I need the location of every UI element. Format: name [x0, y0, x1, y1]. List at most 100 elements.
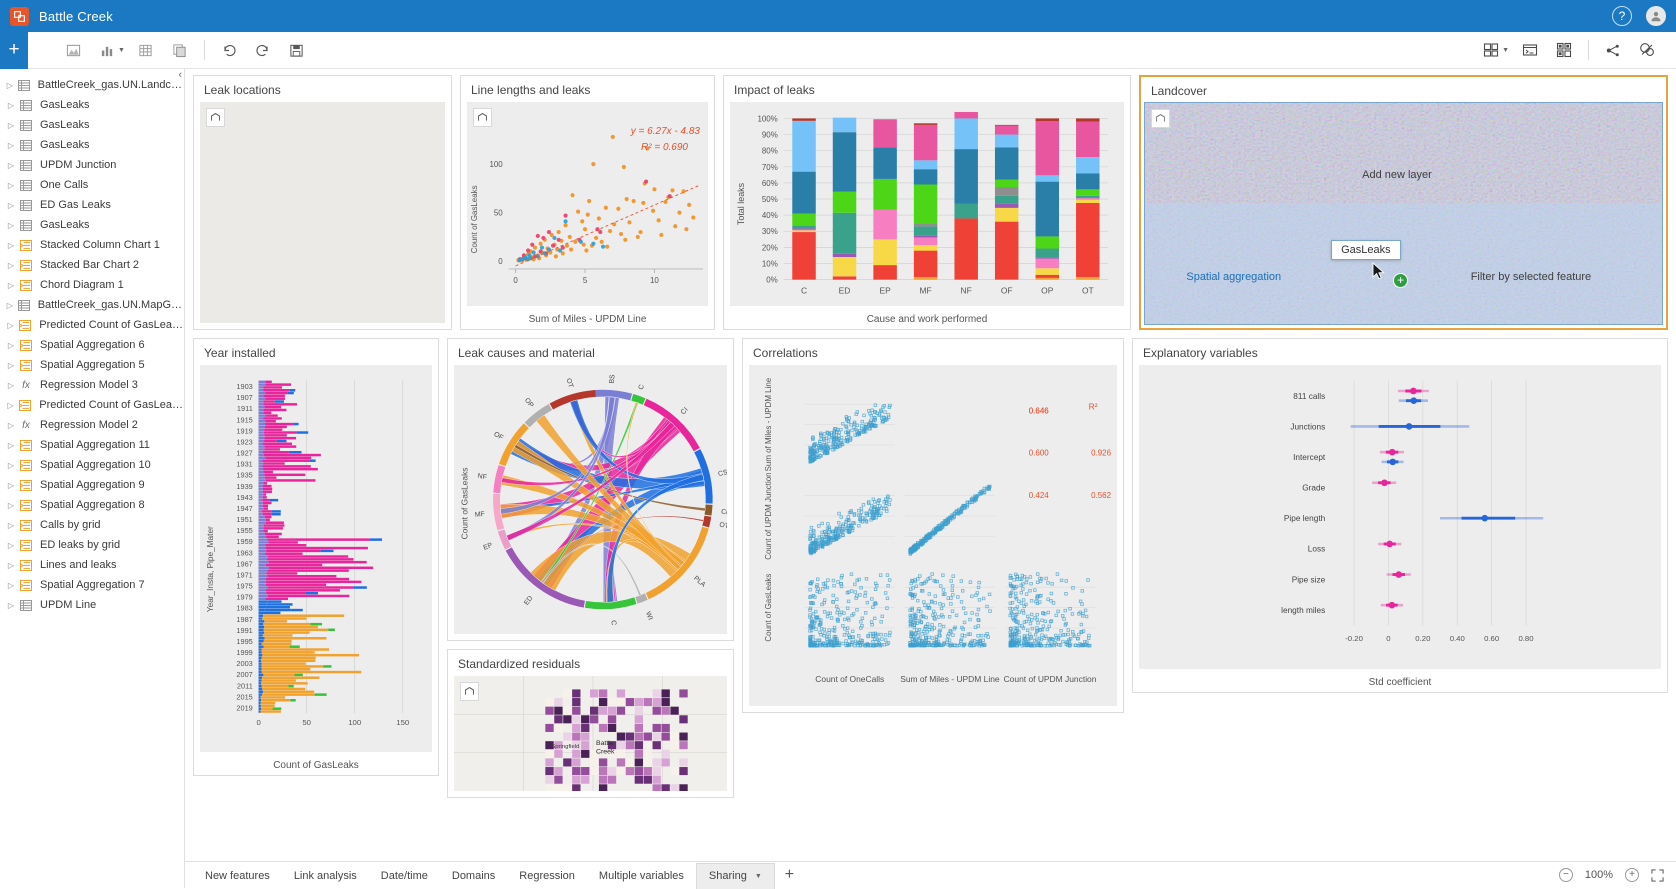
zoom-in-button[interactable]: +	[1625, 868, 1639, 882]
drop-zone-filter-by-feature[interactable]: Filter by selected feature	[1471, 271, 1591, 283]
sidebar-item[interactable]: ▷fxRegression Model 2	[0, 415, 184, 435]
card-line-lengths[interactable]: Line lengths and leaks Count of GasLeaks…	[460, 75, 715, 330]
expand-arrow-icon[interactable]: ▷	[4, 581, 18, 590]
add-card-button[interactable]: +	[0, 32, 28, 69]
expand-arrow-icon[interactable]: ▷	[4, 401, 17, 410]
card-standardized-residuals[interactable]: Standardized residuals Springfield Battl…	[447, 649, 734, 798]
sidebar-item[interactable]: ▷ED Gas Leaks	[0, 195, 184, 215]
zoom-out-button[interactable]: −	[1559, 868, 1573, 882]
page-tab[interactable]: Regression	[507, 863, 587, 889]
card-impact-of-leaks[interactable]: Impact of leaks Total leaks 0%10%20%30%4…	[723, 75, 1131, 330]
collapse-pane-button[interactable]: ‹	[178, 69, 182, 81]
sidebar-item[interactable]: ▷One Calls	[0, 175, 184, 195]
sidebar-item[interactable]: ▷fxRegression Model 3	[0, 375, 184, 395]
drop-zone-spatial-aggregation[interactable]: Spatial aggregation	[1186, 271, 1281, 283]
sidebar-item[interactable]: ▷GasLeaks	[0, 135, 184, 155]
expand-arrow-icon[interactable]: ▷	[4, 541, 18, 550]
expand-arrow-icon[interactable]: ▷	[4, 461, 18, 470]
expand-arrow-icon[interactable]: ▷	[4, 181, 18, 190]
expand-arrow-icon[interactable]: ▷	[4, 241, 18, 250]
expand-arrow-icon[interactable]: ▷	[4, 81, 16, 90]
page-tab[interactable]: New features	[193, 863, 282, 889]
map-tools-button[interactable]	[1151, 109, 1170, 128]
sidebar-item[interactable]: ▷Stacked Bar Chart 2	[0, 255, 184, 275]
sidebar-item[interactable]: ▷Spatial Aggregation 9	[0, 475, 184, 495]
chart-tools-button[interactable]	[473, 108, 492, 127]
expand-arrow-icon[interactable]: ▷	[4, 601, 18, 610]
map-landcover[interactable]: Add new layer Spatial aggregation Filter…	[1145, 103, 1662, 324]
sidebar-item[interactable]: ▷Spatial Aggregation 10	[0, 455, 184, 475]
card-leak-causes[interactable]: Leak causes and material Count of GasLea…	[447, 338, 734, 641]
sidebar-item[interactable]: ▷Spatial Aggregation 11	[0, 435, 184, 455]
redo-icon[interactable]	[246, 35, 280, 66]
chevron-down-icon[interactable]: ▼	[118, 47, 125, 54]
sidebar-item[interactable]: ▷ED leaks by grid	[0, 535, 184, 555]
expand-arrow-icon[interactable]: ▷	[4, 281, 18, 290]
settings-icon[interactable]	[1630, 35, 1664, 66]
table-card-icon[interactable]	[129, 35, 163, 66]
sidebar-item[interactable]: ▷Stacked Column Chart 1	[0, 235, 184, 255]
chord-arc[interactable]	[705, 504, 713, 515]
card-year-installed[interactable]: Year installed Year_Insta, Pipe_Mater 05…	[193, 338, 439, 776]
expand-arrow-icon[interactable]: ▷	[4, 201, 18, 210]
analysis-icon[interactable]	[1596, 35, 1630, 66]
sidebar-item[interactable]: ▷GasLeaks	[0, 115, 184, 135]
chevron-down-layout-icon[interactable]: ▼	[1502, 47, 1509, 54]
expand-arrow-icon[interactable]: ▷	[4, 321, 17, 330]
map-tools-button[interactable]	[206, 108, 225, 127]
sidebar-item[interactable]: ▷UPDM Line	[0, 595, 184, 615]
map-tools-button[interactable]	[460, 682, 479, 701]
sidebar-item[interactable]: ▷UPDM Junction	[0, 155, 184, 175]
expand-arrow-icon[interactable]: ▷	[4, 161, 18, 170]
expand-arrow-icon[interactable]: ▷	[4, 301, 16, 310]
scatter-line-lengths[interactable]: Count of GasLeaks 0510050100 y = 6.27x -…	[467, 102, 708, 306]
expand-arrow-icon[interactable]: ▷	[4, 521, 18, 530]
sidebar-item[interactable]: ▷Chord Diagram 1	[0, 275, 184, 295]
sidebar-item[interactable]: ▷Spatial Aggregation 7	[0, 575, 184, 595]
undo-icon[interactable]	[212, 35, 246, 66]
expand-arrow-icon[interactable]: ▷	[4, 561, 18, 570]
chevron-down-icon[interactable]: ▼	[755, 873, 762, 880]
bar-year-installed[interactable]: Year_Insta, Pipe_Mater 05010015019031907…	[200, 365, 432, 752]
expand-arrow-icon[interactable]: ▷	[4, 101, 18, 110]
expand-arrow-icon[interactable]: ▷	[4, 121, 18, 130]
stacked-bar-impact[interactable]: Total leaks 0%10%20%30%40%50%60%70%80%90…	[730, 102, 1124, 306]
page-tab[interactable]: Date/time	[369, 863, 440, 889]
page-tab[interactable]: Link analysis	[282, 863, 369, 889]
expand-arrow-icon[interactable]: ▷	[4, 501, 18, 510]
widgets-icon[interactable]	[1547, 35, 1581, 66]
sidebar-item[interactable]: ▷Predicted Count of GasLeaks 3	[0, 395, 184, 415]
help-button[interactable]: ?	[1612, 6, 1632, 26]
drag-chip-gasleaks[interactable]: GasLeaks	[1331, 240, 1401, 260]
sidebar-item[interactable]: ▷Predicted Count of GasLeaks 1	[0, 315, 184, 335]
sidebar-item[interactable]: ▷Lines and leaks	[0, 555, 184, 575]
save-icon[interactable]	[280, 35, 314, 66]
sidebar-item[interactable]: ▷Spatial Aggregation 8	[0, 495, 184, 515]
card-landcover[interactable]: Landcover	[1139, 75, 1668, 330]
expand-arrow-icon[interactable]: ▷	[4, 221, 18, 230]
card-correlations[interactable]: Correlations 0.6460.646R²0.6000.9260.424…	[742, 338, 1124, 713]
add-page-button[interactable]: +	[775, 866, 804, 884]
expand-arrow-icon[interactable]: ▷	[4, 361, 18, 370]
page-tab[interactable]: Domains	[440, 863, 507, 889]
expand-arrow-icon[interactable]: ▷	[4, 441, 18, 450]
expand-arrow-icon[interactable]: ▷	[4, 381, 18, 390]
page-tab[interactable]: Multiple variables	[587, 863, 696, 889]
expand-arrow-icon[interactable]: ▷	[4, 261, 18, 270]
presentation-icon[interactable]	[1513, 35, 1547, 66]
page-tab[interactable]: Sharing▼	[696, 863, 775, 889]
sidebar-item[interactable]: ▷Spatial Aggregation 5	[0, 355, 184, 375]
sidebar-item[interactable]: ▷BattleCreek_gas.UN.MapGrid_DDP	[0, 295, 184, 315]
fullscreen-icon[interactable]	[1651, 869, 1664, 882]
chord-leak-causes[interactable]: Count of GasLeaks BSCCICSCopperOTPLAWICE…	[454, 365, 727, 634]
card-leak-locations[interactable]: Leak locations Springfield Battle Cr	[193, 75, 452, 330]
drop-zone-add-layer[interactable]: Add new layer	[1362, 169, 1432, 181]
expand-arrow-icon[interactable]: ▷	[4, 141, 18, 150]
sidebar-item[interactable]: ▷GasLeaks	[0, 215, 184, 235]
expand-arrow-icon[interactable]: ▷	[4, 341, 18, 350]
map-leak-locations[interactable]: Springfield Battle Creek Ceresco Level P…	[200, 102, 445, 323]
sidebar-item[interactable]: ▷GasLeaks	[0, 95, 184, 115]
expand-arrow-icon[interactable]: ▷	[4, 421, 18, 430]
sidebar-item[interactable]: ▷BattleCreek_gas.UN.Landcover_2...	[0, 75, 184, 95]
expand-arrow-icon[interactable]: ▷	[4, 481, 18, 490]
